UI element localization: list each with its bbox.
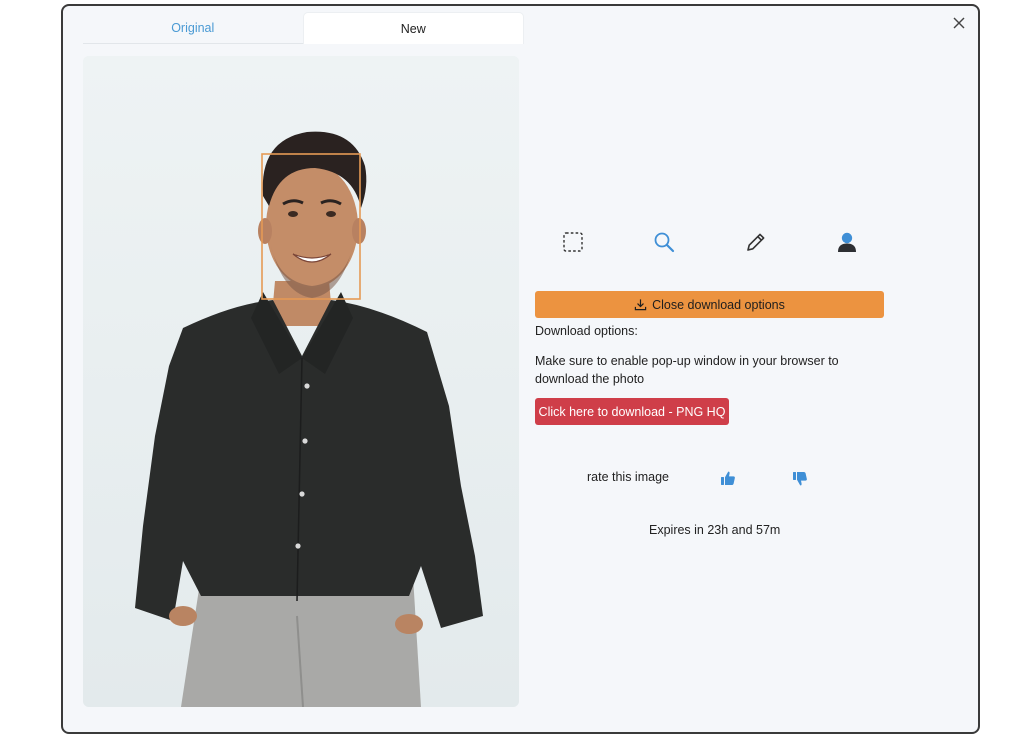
close-download-options-button[interactable]: Close download options [535, 291, 884, 318]
result-photo [83, 56, 519, 707]
person-photo [83, 56, 519, 707]
thumbs-down-icon[interactable] [792, 471, 808, 487]
popup-note: Make sure to enable pop-up window in you… [535, 354, 839, 386]
crop-selection-icon[interactable] [561, 230, 585, 254]
download-options-title: Download options: [535, 324, 638, 338]
thumbs-up-icon[interactable] [720, 470, 736, 486]
expiry-text: Expires in 23h and 57m [649, 523, 781, 537]
tab-original[interactable]: Original [83, 12, 303, 44]
view-tabs: Original New [83, 12, 524, 44]
close-icon[interactable] [952, 16, 966, 30]
download-icon [634, 299, 647, 311]
download-png-hq-button[interactable]: Click here to download - PNG HQ [535, 398, 729, 425]
close-download-options-label: Close download options [652, 297, 785, 312]
person-icon[interactable] [835, 230, 859, 254]
rate-image-label: rate this image [587, 470, 669, 484]
photo-result-modal: Original New Close download options Down… [61, 4, 980, 734]
magnifier-icon[interactable] [652, 230, 676, 254]
pencil-icon[interactable] [744, 230, 768, 254]
edit-toolbar [561, 230, 881, 256]
tab-new[interactable]: New [302, 12, 524, 44]
